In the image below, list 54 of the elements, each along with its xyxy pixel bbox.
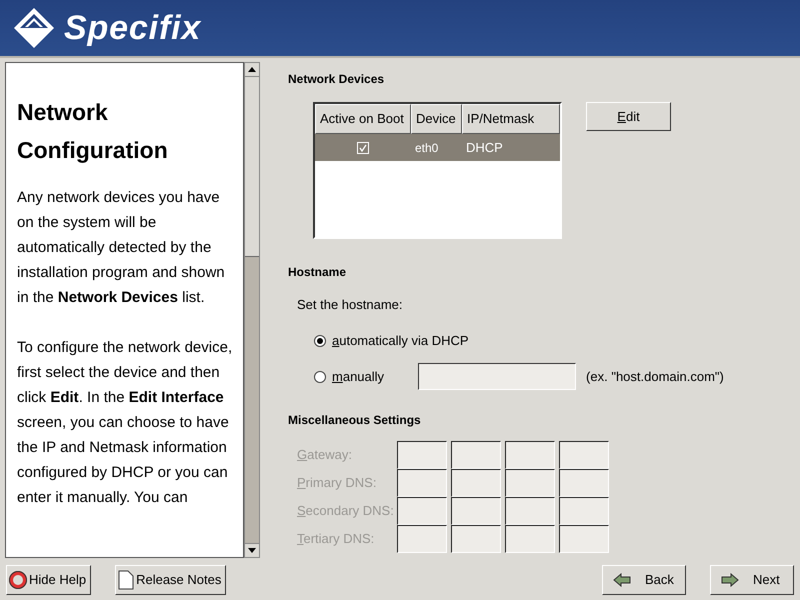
octet-field [559, 496, 609, 524]
logo-text: Specifix [64, 8, 202, 48]
octet-field [451, 468, 501, 496]
radio-label[interactable]: manually [332, 366, 384, 386]
next-button[interactable]: Next [710, 565, 794, 595]
column-header[interactable]: Device [411, 104, 462, 134]
back-button[interactable]: Back [602, 565, 686, 595]
radio-button[interactable] [314, 370, 326, 382]
octet-field [451, 440, 501, 468]
field-label: Primary DNS: [297, 474, 378, 492]
section-heading: Hostname [288, 264, 348, 281]
column-header[interactable]: Active on Boot [315, 104, 411, 134]
hostname-field[interactable] [418, 363, 576, 390]
table-cell-text: eth0 [414, 140, 440, 156]
document-icon [118, 570, 134, 590]
scroll-down-icon[interactable] [245, 543, 259, 557]
octet-field [559, 468, 609, 496]
octet-field [505, 468, 555, 496]
octet-field [451, 496, 501, 524]
radio-button[interactable] [314, 334, 326, 346]
table-row[interactable]: eth0 DHCP [315, 134, 560, 161]
section-heading: Network Devices [288, 71, 386, 88]
scroll-up-icon[interactable] [245, 63, 259, 77]
field-label: Gateway: [297, 446, 353, 464]
column-header[interactable]: IP/Netmask [462, 104, 560, 134]
octet-field [451, 524, 501, 552]
checkbox[interactable] [357, 142, 369, 154]
octet-field [559, 440, 609, 468]
help-title: Network Configuration [17, 98, 169, 165]
release-notes-button[interactable]: Release Notes [115, 565, 226, 595]
octet-field [397, 468, 447, 496]
table-cell-text: DHCP [465, 138, 504, 157]
scrollbar[interactable] [244, 62, 260, 558]
edit-button[interactable]: Edit [586, 102, 671, 131]
left-arrow-icon [613, 573, 631, 587]
octet-field [505, 496, 555, 524]
help-paragraph: Any network devices you have on the system will be automatically detected by the installation program and shown in the Network Devices list. [17, 188, 226, 308]
octet-field [397, 524, 447, 552]
hint-text: (ex. "host.domain.com") [586, 368, 724, 386]
diamond-logo-icon [12, 6, 56, 50]
octet-field [505, 440, 555, 468]
radio-label[interactable]: automatically via DHCP [332, 330, 469, 350]
right-arrow-icon [721, 573, 739, 587]
help-paragraph: To configure the network device, first select the device and then click Edit. In the Edit Interface screen, you can choose to have the IP and Netmask information configured by DHCP or you can enter it manually. You can [17, 338, 234, 508]
scroll-thumb[interactable] [245, 77, 259, 257]
hostname-prompt: Set the hostname: [296, 296, 404, 314]
life-ring-icon [9, 571, 27, 589]
octet-field [559, 524, 609, 552]
section-heading: Miscellaneous Settings [288, 412, 422, 428]
octet-field [505, 524, 555, 552]
field-label: Secondary DNS: [297, 502, 395, 520]
octet-field [397, 496, 447, 524]
hide-help-button[interactable]: Hide Help [6, 565, 92, 595]
field-label: Tertiary DNS: [297, 530, 376, 548]
